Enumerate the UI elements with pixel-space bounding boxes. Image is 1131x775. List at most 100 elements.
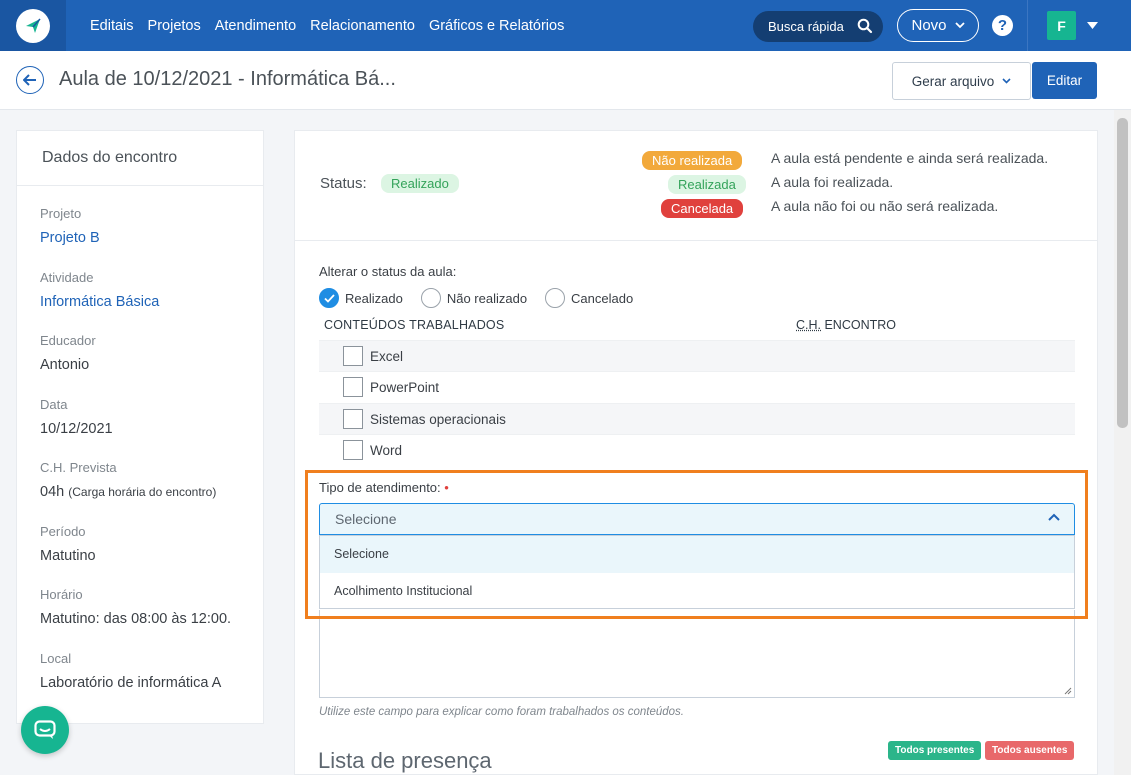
app-logo[interactable]	[0, 0, 66, 51]
caret-down-icon[interactable]	[1087, 22, 1098, 29]
status-label: Status:	[320, 175, 367, 192]
divider	[295, 240, 1097, 241]
ch-abbr: C.H.	[796, 318, 821, 332]
table-row: Word	[319, 434, 1075, 465]
quick-search-label: Busca rápida	[768, 19, 844, 34]
novo-label: Novo	[911, 17, 947, 34]
field-label: Período	[40, 524, 86, 539]
gerar-arquivo-label: Gerar arquivo	[911, 73, 995, 89]
content-checkbox[interactable]	[343, 440, 363, 460]
encounter-card-title: Dados do encontro	[17, 131, 263, 186]
radio-realizado[interactable]: Realizado	[319, 288, 403, 308]
legend-text: A aula não foi ou não será realizada.	[771, 198, 999, 214]
field-label: Local	[40, 651, 72, 666]
field-periodo: Período Matutino	[40, 524, 96, 564]
nav-divider	[1027, 0, 1028, 51]
content-label: Word	[370, 442, 403, 458]
field-value: Matutino: das 08:00 às 12:00.	[40, 611, 232, 627]
encounter-data-card: Dados do encontro Projeto Projeto B Ativ…	[16, 130, 264, 724]
radio-unchecked[interactable]	[545, 288, 566, 308]
radio-label: Cancelado	[571, 290, 634, 306]
scrollbar-thumb[interactable]	[1117, 118, 1128, 428]
radio-nao-realizado[interactable]: Não realizado	[420, 288, 528, 308]
radio-unchecked[interactable]	[420, 288, 441, 308]
gerar-arquivo-button[interactable]: Gerar arquivo	[892, 62, 1031, 100]
field-label: Projeto	[40, 206, 82, 221]
help-icon[interactable]: ?	[992, 15, 1013, 36]
field-value: Laboratório de informática A	[40, 675, 222, 691]
table-row: Excel	[319, 340, 1075, 371]
quick-search[interactable]: Busca rápida	[753, 11, 883, 42]
field-label: Atividade	[40, 270, 94, 285]
resize-handle-icon[interactable]	[1064, 687, 1072, 695]
field-data: Data 10/12/2021	[40, 397, 113, 437]
atividade-link[interactable]: Informática Básica	[40, 294, 159, 310]
chat-icon	[34, 720, 56, 739]
content-checkbox[interactable]	[343, 346, 363, 366]
search-icon[interactable]	[857, 18, 873, 37]
radio-label: Não realizado	[446, 290, 528, 306]
table-row: Sistemas operacionais	[319, 403, 1075, 434]
nav-item-atendimento[interactable]: Atendimento	[215, 18, 296, 34]
editar-button[interactable]: Editar	[1032, 62, 1097, 99]
observacoes-textarea[interactable]	[319, 610, 1075, 698]
field-label: Horário	[40, 587, 83, 602]
content-label: Sistemas operacionais	[370, 411, 506, 427]
field-label: Educador	[40, 333, 96, 348]
avatar[interactable]: F	[1047, 11, 1076, 40]
chat-button[interactable]	[21, 706, 69, 754]
helper-text: Utilize este campo para explicar como fo…	[319, 706, 684, 718]
content-label: PowerPoint	[370, 379, 440, 395]
field-atividade: Atividade Informática Básica	[40, 270, 159, 310]
ch-note: (Carga horária do encontro)	[68, 485, 217, 499]
radio-checked[interactable]	[319, 288, 339, 308]
nav-item-relacionamento[interactable]: Relacionamento	[310, 18, 415, 34]
field-value: Antonio	[40, 357, 90, 373]
projeto-link[interactable]: Projeto B	[40, 230, 100, 246]
nav-item-graficos[interactable]: Gráficos e Relatórios	[429, 18, 564, 34]
ch-value: 04h	[40, 484, 65, 500]
all-present-button[interactable]: Todos presentes	[888, 741, 982, 760]
field-label: C.H. Prevista	[40, 460, 117, 475]
logo-icon	[16, 8, 50, 43]
field-educador: Educador Antonio	[40, 333, 96, 373]
check-icon	[323, 293, 335, 303]
legend-text: A aula foi realizada.	[771, 174, 894, 190]
back-button[interactable]	[16, 66, 44, 94]
lesson-main-card: Status: Realizado Não realizada A aula e…	[294, 130, 1098, 775]
legend-text: A aula está pendente e ainda será realiz…	[771, 150, 1049, 166]
nav-item-projetos[interactable]: Projetos	[148, 18, 201, 34]
field-projeto: Projeto Projeto B	[40, 206, 100, 246]
radio-label: Realizado	[345, 290, 403, 306]
all-absent-button[interactable]: Todos ausentes	[985, 741, 1075, 760]
radio-cancelado[interactable]: Cancelado	[545, 288, 633, 308]
help-glyph: ?	[997, 17, 1008, 34]
content-checkbox[interactable]	[343, 377, 363, 397]
legend-badge-cancelada: Cancelada	[661, 199, 744, 218]
legend-badge-realizada: Realizada	[668, 175, 746, 194]
field-value: 10/12/2021	[40, 421, 113, 437]
arrow-left-icon	[23, 74, 36, 86]
contents-header: CONTEÚDOS TRABALHADOS	[324, 318, 505, 332]
field-local: Local Laboratório de informática A	[40, 651, 221, 691]
novo-button[interactable]: Novo	[897, 9, 979, 42]
status-radio-group: Realizado Não realizado Cancelado	[319, 288, 651, 308]
chevron-down-icon	[1002, 78, 1011, 84]
page-header: Aula de 10/12/2021 - Informática Bá... G…	[0, 51, 1131, 110]
highlight-frame	[305, 470, 1088, 619]
content-label: Excel	[370, 348, 404, 364]
nav-item-editais[interactable]: Editais	[90, 18, 134, 34]
field-value: Matutino	[40, 548, 96, 564]
ch-encontro-header: C.H. ENCONTRO	[796, 318, 896, 332]
field-ch-prevista: C.H. Prevista 04h (Carga horária do enco…	[40, 460, 216, 500]
scrollbar[interactable]	[1114, 110, 1131, 775]
content-checkbox[interactable]	[343, 409, 363, 429]
presence-list-title: Lista de presença	[318, 748, 492, 773]
chevron-down-icon	[954, 22, 965, 29]
main-nav: Editais Projetos Atendimento Relacioname…	[90, 0, 564, 51]
field-value: 04h (Carga horária do encontro)	[40, 484, 216, 500]
ch-encontro-label: ENCONTRO	[821, 318, 896, 332]
status-badge: Realizado	[381, 174, 459, 193]
alterar-status-label: Alterar o status da aula:	[319, 264, 457, 279]
field-label: Data	[40, 397, 68, 412]
